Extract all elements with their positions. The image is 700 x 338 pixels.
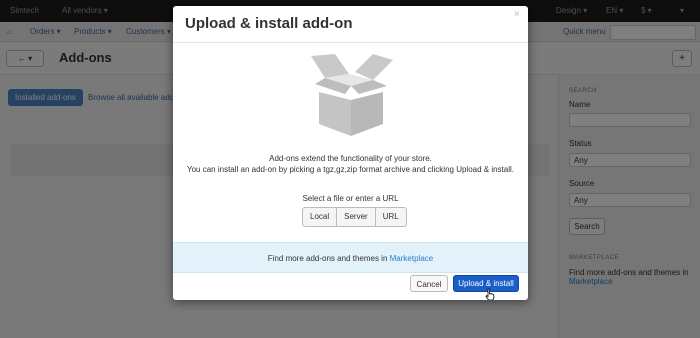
source-local-button[interactable]: Local xyxy=(303,208,338,226)
marketplace-text: Find more add-ons and themes in Marketpl… xyxy=(173,254,528,263)
marketplace-copy: Find more add-ons and themes in xyxy=(267,254,388,263)
close-icon[interactable]: × xyxy=(514,9,520,20)
marketplace-link[interactable]: Marketplace xyxy=(390,254,434,263)
file-source-toggle: Local Server URL xyxy=(302,207,407,227)
cancel-button[interactable]: Cancel xyxy=(410,275,448,292)
description-line-2: You can install an add-on by picking a t… xyxy=(187,165,514,174)
hand-cursor-icon xyxy=(485,288,495,300)
description-line-1: Add-ons extend the functionality of your… xyxy=(269,154,432,163)
dialog-divider xyxy=(173,42,528,43)
marketplace-banner: Find more add-ons and themes in Marketpl… xyxy=(173,242,528,273)
open-box-icon xyxy=(305,54,395,140)
dialog-title: Upload & install add-on xyxy=(185,15,353,32)
source-server-button[interactable]: Server xyxy=(337,208,376,226)
upload-addon-dialog: Upload & install add-on × Add-ons extend… xyxy=(173,6,528,300)
source-url-button[interactable]: URL xyxy=(376,208,406,226)
file-source-label: Select a file or enter a URL xyxy=(302,194,399,203)
